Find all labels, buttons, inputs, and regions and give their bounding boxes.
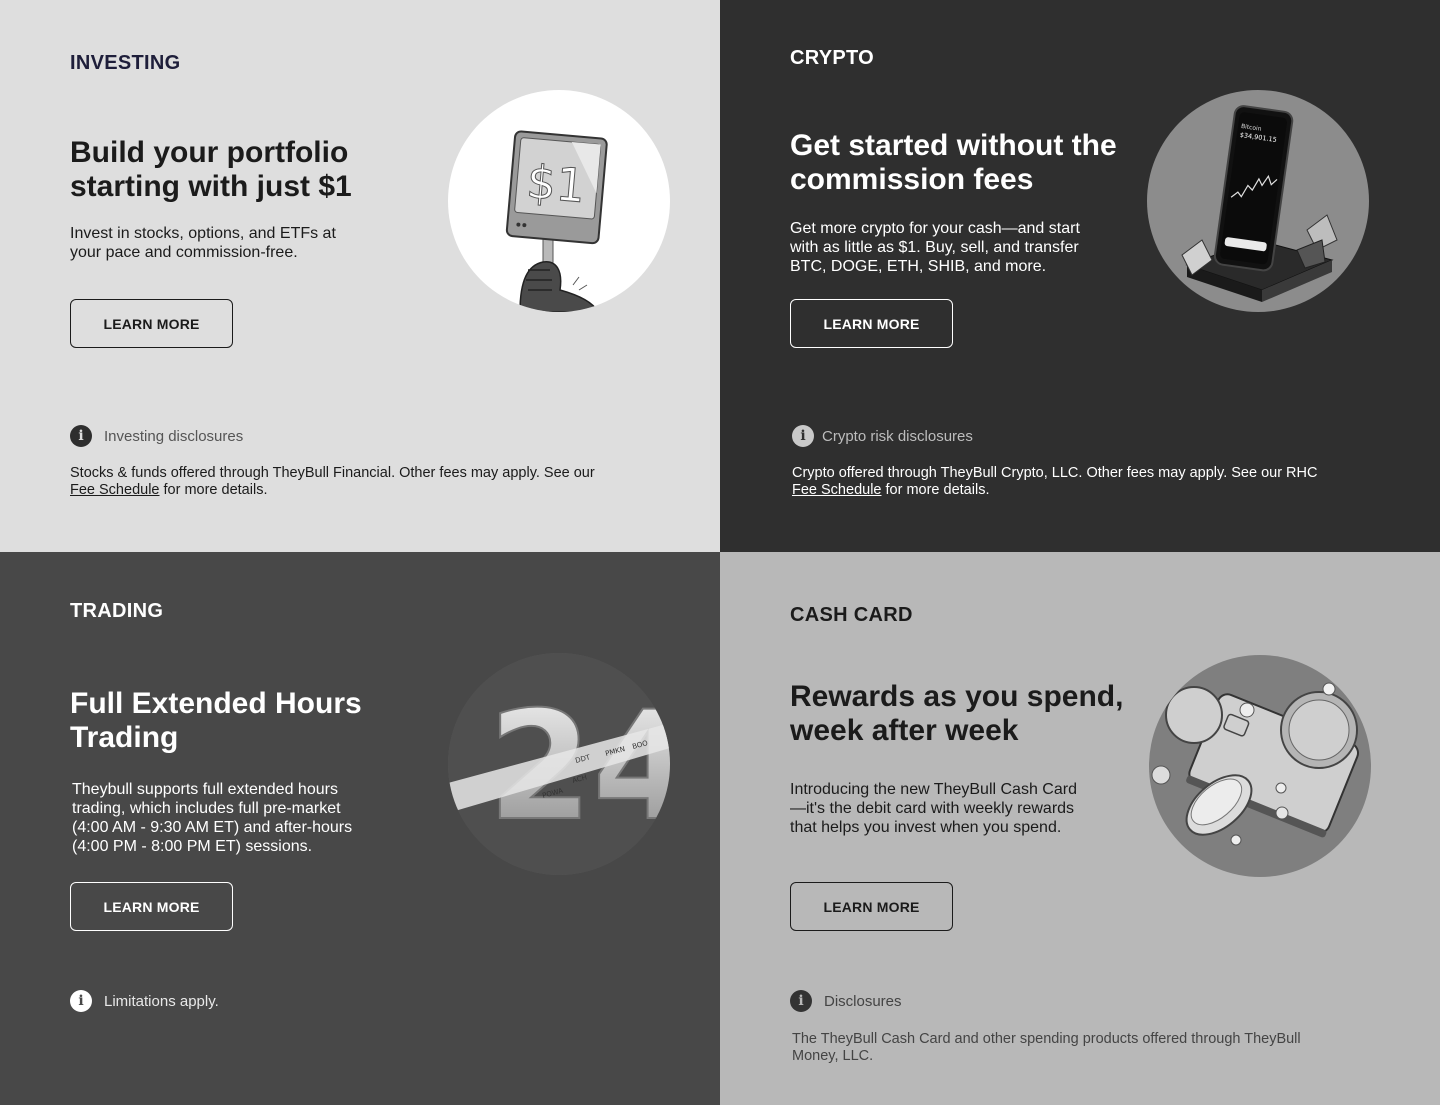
- phone-with-chart-icon: Bitcoin $34,901.15: [1147, 90, 1369, 312]
- info-icon: i: [790, 990, 812, 1012]
- investing-fee-schedule-link[interactable]: Fee Schedule: [70, 482, 159, 498]
- cashcard-desc-line2: —it's the debit card with weekly rewards: [790, 800, 1075, 817]
- investing-panel: INVESTING Build your portfolio starting …: [0, 0, 720, 552]
- crypto-legal-rest: for more details.: [881, 482, 990, 498]
- info-icon: i: [792, 425, 814, 447]
- 24-hour-sculpture-icon: 24 POWA ACH DDT PMKN BOO: [448, 653, 670, 875]
- investing-disclosure-link[interactable]: Investing disclosures: [104, 428, 243, 445]
- cashcard-legal-line2: Money, LLC.: [792, 1048, 874, 1064]
- cashcard-headline-line2: week after week: [790, 714, 1019, 747]
- crypto-fee-schedule-link[interactable]: Fee Schedule: [792, 482, 881, 498]
- crypto-description: Get more crypto for your cash—and start …: [790, 219, 1080, 276]
- trading-eyebrow: TRADING: [70, 600, 164, 622]
- cashcard-headline: Rewards as you spend, week after week: [790, 680, 1123, 748]
- investing-legal-line1: Stocks & funds offered through TheyBull …: [70, 465, 595, 481]
- product-grid: INVESTING Build your portfolio starting …: [0, 0, 1440, 1105]
- cashcard-legal-line1: The TheyBull Cash Card and other spendin…: [792, 1031, 1301, 1047]
- trading-desc-line3: (4:00 AM - 9:30 AM ET) and after-hours: [72, 819, 353, 836]
- crypto-legal-text: Crypto offered through TheyBull Crypto, …: [792, 465, 1317, 499]
- trading-desc-line2: trading, which includes full pre-market: [72, 800, 341, 817]
- cashcard-disclosure-link[interactable]: Disclosures: [824, 993, 902, 1010]
- investing-headline: Build your portfolio starting with just …: [70, 136, 352, 204]
- cashcard-learn-more-button[interactable]: LEARN MORE: [790, 882, 953, 931]
- sign-text: $1: [525, 154, 588, 213]
- crypto-headline-line1: Get started without the: [790, 129, 1117, 162]
- crypto-panel: CRYPTO Get started without the commissio…: [720, 0, 1440, 552]
- crypto-desc-line3: BTC, DOGE, ETH, SHIB, and more.: [790, 258, 1047, 275]
- cashcard-description: Introducing the new TheyBull Cash Card —…: [790, 780, 1077, 837]
- hand-holding-sign-icon: $1: [448, 90, 670, 312]
- crypto-desc-line2: with as little as $1. Buy, sell, and tra…: [790, 239, 1079, 256]
- cashcard-headline-line1: Rewards as you spend,: [790, 680, 1124, 713]
- trading-description: Theybull supports full extended hours tr…: [72, 780, 352, 856]
- cashcard-panel: CASH CARD Rewards as you spend, week aft…: [720, 552, 1440, 1105]
- cashcard-eyebrow: CASH CARD: [790, 604, 913, 626]
- trading-learn-more-button[interactable]: LEARN MORE: [70, 882, 233, 931]
- trading-headline: Full Extended Hours Trading: [70, 687, 362, 755]
- investing-desc-line2: your pace and commission-free.: [70, 244, 298, 261]
- crypto-disclosure-row[interactable]: i Crypto risk disclosures: [792, 425, 973, 447]
- trading-desc-line1: Theybull supports full extended hours: [72, 781, 338, 798]
- cashcard-legal-text: The TheyBull Cash Card and other spendin…: [792, 1031, 1301, 1065]
- cashcard-desc-line1: Introducing the new TheyBull Cash Card: [790, 781, 1077, 798]
- investing-headline-line1: Build your portfolio: [70, 136, 349, 169]
- investing-learn-more-button[interactable]: LEARN MORE: [70, 299, 233, 348]
- investing-eyebrow: INVESTING: [70, 52, 181, 74]
- crypto-learn-more-button[interactable]: LEARN MORE: [790, 299, 953, 348]
- cashcard-disclosure-row[interactable]: i Disclosures: [790, 990, 902, 1012]
- trading-disclosure-row[interactable]: i Limitations apply.: [70, 990, 219, 1012]
- investing-desc-line1: Invest in stocks, options, and ETFs at: [70, 225, 336, 242]
- crypto-headline: Get started without the commission fees: [790, 129, 1117, 197]
- info-icon: i: [70, 425, 92, 447]
- trading-panel: TRADING Full Extended Hours Trading They…: [0, 552, 720, 1105]
- card-with-coins-icon: [1149, 655, 1371, 877]
- crypto-legal-line1: Crypto offered through TheyBull Crypto, …: [792, 465, 1318, 481]
- investing-disclosure-row[interactable]: i Investing disclosures: [70, 425, 243, 447]
- investing-description: Invest in stocks, options, and ETFs at y…: [70, 224, 336, 262]
- investing-legal-rest: for more details.: [159, 482, 268, 498]
- trading-desc-line4: (4:00 PM - 8:00 PM ET) sessions.: [72, 838, 313, 855]
- crypto-disclosure-link[interactable]: Crypto risk disclosures: [822, 428, 973, 445]
- info-icon: i: [70, 990, 92, 1012]
- crypto-eyebrow: CRYPTO: [790, 47, 875, 69]
- trading-headline-line1: Full Extended Hours: [70, 687, 362, 720]
- crypto-desc-line1: Get more crypto for your cash—and start: [790, 220, 1080, 237]
- cashcard-desc-line3: that helps you invest when you spend.: [790, 819, 1062, 836]
- investing-legal-text: Stocks & funds offered through TheyBull …: [70, 465, 595, 499]
- investing-headline-line2: starting with just $1: [70, 170, 352, 203]
- trading-disclosure-link[interactable]: Limitations apply.: [104, 993, 219, 1010]
- crypto-headline-line2: commission fees: [790, 163, 1034, 196]
- trading-headline-line2: Trading: [70, 721, 179, 754]
